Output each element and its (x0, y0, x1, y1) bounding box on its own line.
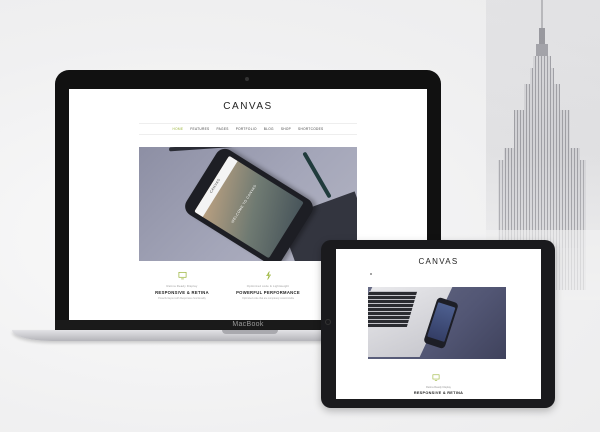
phone-logo: CANVAS (208, 177, 222, 194)
nav-item-home[interactable]: HOME (173, 127, 184, 131)
menu-icon[interactable] (370, 273, 372, 275)
site-logo[interactable]: CANVAS (69, 101, 427, 112)
tablet-screen: CANVAS Retina Ready Display RESPONSIVE &… (336, 249, 541, 399)
feature-responsive: Retina Ready Display RESPONSIVE & RETINA… (139, 271, 225, 300)
tablet-site-logo[interactable]: CANVAS (336, 257, 541, 266)
site-nav: HOME FEATURES PAGES PORTFOLIO BLOG SHOP … (139, 123, 357, 135)
phone-screen: CANVAS WELCOME TO CANVAS (194, 155, 304, 259)
nav-item-pages[interactable]: PAGES (216, 127, 228, 131)
keyboard (368, 291, 418, 327)
tablet-hero-image (368, 287, 506, 359)
feature-performance: Optimized code & Lightweight POWERFUL PE… (225, 271, 311, 300)
nav-item-shop[interactable]: SHOP (281, 127, 291, 131)
tablet: CANVAS Retina Ready Display RESPONSIVE &… (321, 240, 555, 408)
nav-item-shortcodes[interactable]: SHORTCODES (298, 127, 323, 131)
camera-icon (245, 77, 249, 81)
nav-item-blog[interactable]: BLOG (264, 127, 274, 131)
nav-item-portfolio[interactable]: PORTFOLIO (236, 127, 257, 131)
tablet-feature-title: RESPONSIVE & RETINA (413, 391, 464, 395)
pen (302, 151, 332, 199)
phone-welcome-text: WELCOME TO CANVAS (230, 183, 258, 224)
lightning-icon (265, 271, 271, 280)
laptop-notch (222, 330, 278, 334)
monitor-icon (432, 374, 440, 381)
tablet-feature-sub: Retina Ready Display (426, 386, 451, 389)
nav-item-features[interactable]: FEATURES (190, 127, 209, 131)
monitor-icon (178, 271, 186, 280)
home-button[interactable] (325, 319, 331, 325)
